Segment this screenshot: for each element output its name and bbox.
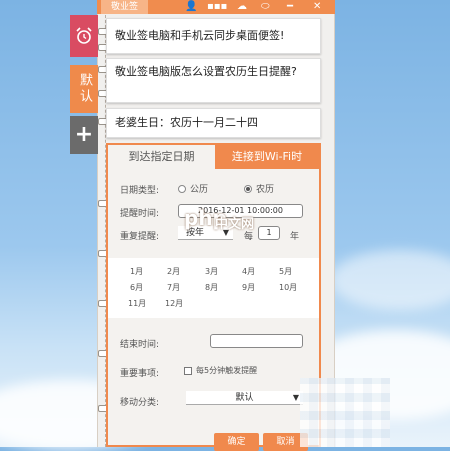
cloud-icon[interactable]: ☁ — [237, 1, 247, 13]
category-default[interactable]: 默认 — [70, 65, 98, 113]
month-item[interactable]: 10月 — [279, 282, 297, 293]
five-min-checkbox[interactable]: 每5分钟触发提醒 — [184, 365, 257, 376]
close-icon[interactable]: ✕ — [313, 1, 321, 13]
month-item[interactable]: 8月 — [205, 282, 218, 293]
grid-icon[interactable]: ▪▪▪ — [207, 1, 227, 13]
month-item[interactable]: 5月 — [279, 266, 292, 277]
move-category-value: 默认 — [235, 393, 254, 403]
add-category-button[interactable]: + — [70, 116, 98, 154]
month-item[interactable]: 3月 — [205, 266, 218, 277]
reminder-panel: 到达指定日期 连接到Wi-Fi时 日期类型: 公历 农历 提醒时间: 2016-… — [106, 143, 321, 451]
move-category-label: 移动分类: — [120, 398, 160, 408]
tab-specified-date[interactable]: 到达指定日期 — [108, 145, 215, 169]
minus-icon[interactable]: ━ — [287, 1, 293, 13]
important-items-label: 重要事项: — [120, 369, 160, 379]
note-item[interactable]: 敬业签电脑版怎么设置农历生日提醒? — [106, 58, 321, 103]
radio-lunar-label: 农历 — [256, 185, 275, 195]
binder-spine — [97, 15, 106, 447]
month-item[interactable]: 1月 — [130, 266, 143, 277]
note-item[interactable]: 敬业签电脑和手机云同步桌面便签! — [106, 18, 321, 54]
confirm-button[interactable]: 确定 — [214, 433, 259, 451]
month-grid: 1月 2月 3月 4月 5月 6月 7月 8月 9月 10月 11月 12月 — [108, 258, 319, 318]
tab-wifi[interactable]: 连接到Wi-Fi时 — [215, 145, 319, 169]
end-time-label: 结束时间: — [120, 340, 160, 350]
end-time-input[interactable] — [210, 334, 303, 348]
alarm-button[interactable] — [70, 15, 98, 57]
radio-solar-label: 公历 — [190, 185, 209, 195]
alarm-clock-icon — [76, 27, 92, 44]
user-icon[interactable]: 👤 — [185, 1, 197, 13]
every-unit-label: 年 — [290, 232, 300, 242]
radio-dot — [178, 184, 186, 193]
chevron-down-icon: ▼ — [292, 393, 299, 402]
app-tab[interactable]: 敬业签 — [101, 0, 149, 14]
month-item[interactable]: 4月 — [242, 266, 255, 277]
move-category-select[interactable]: 默认 ▼ — [186, 391, 303, 405]
month-item[interactable]: 9月 — [242, 282, 255, 293]
date-type-label: 日期类型: — [120, 186, 160, 196]
radio-solar[interactable]: 公历 — [178, 182, 208, 195]
toggle-icon[interactable]: ⬭ — [261, 1, 270, 13]
watermark-cn: 中文网 — [215, 217, 255, 232]
radio-dot-selected — [244, 184, 252, 193]
radio-lunar[interactable]: 农历 — [244, 182, 274, 195]
month-item[interactable]: 12月 — [165, 298, 183, 309]
reminder-tabs: 到达指定日期 连接到Wi-Fi时 — [108, 145, 319, 169]
remind-time-label: 提醒时间: — [120, 209, 160, 219]
every-value-input[interactable]: 1 — [258, 226, 280, 240]
pixelated-area — [300, 378, 390, 447]
month-item[interactable]: 2月 — [167, 266, 180, 277]
month-item[interactable]: 6月 — [130, 282, 143, 293]
month-item[interactable]: 7月 — [167, 282, 180, 293]
note-item[interactable]: 老婆生日：农历十一月二十四 — [106, 108, 321, 138]
checkbox-box — [184, 366, 192, 375]
month-item[interactable]: 11月 — [128, 298, 146, 309]
five-min-checkbox-label: 每5分钟触发提醒 — [196, 366, 258, 375]
title-bar: 敬业签 👤 ▪▪▪ ☁ ⬭ ━ ✕ — [97, 0, 335, 14]
repeat-label: 重复提醒: — [120, 232, 160, 242]
